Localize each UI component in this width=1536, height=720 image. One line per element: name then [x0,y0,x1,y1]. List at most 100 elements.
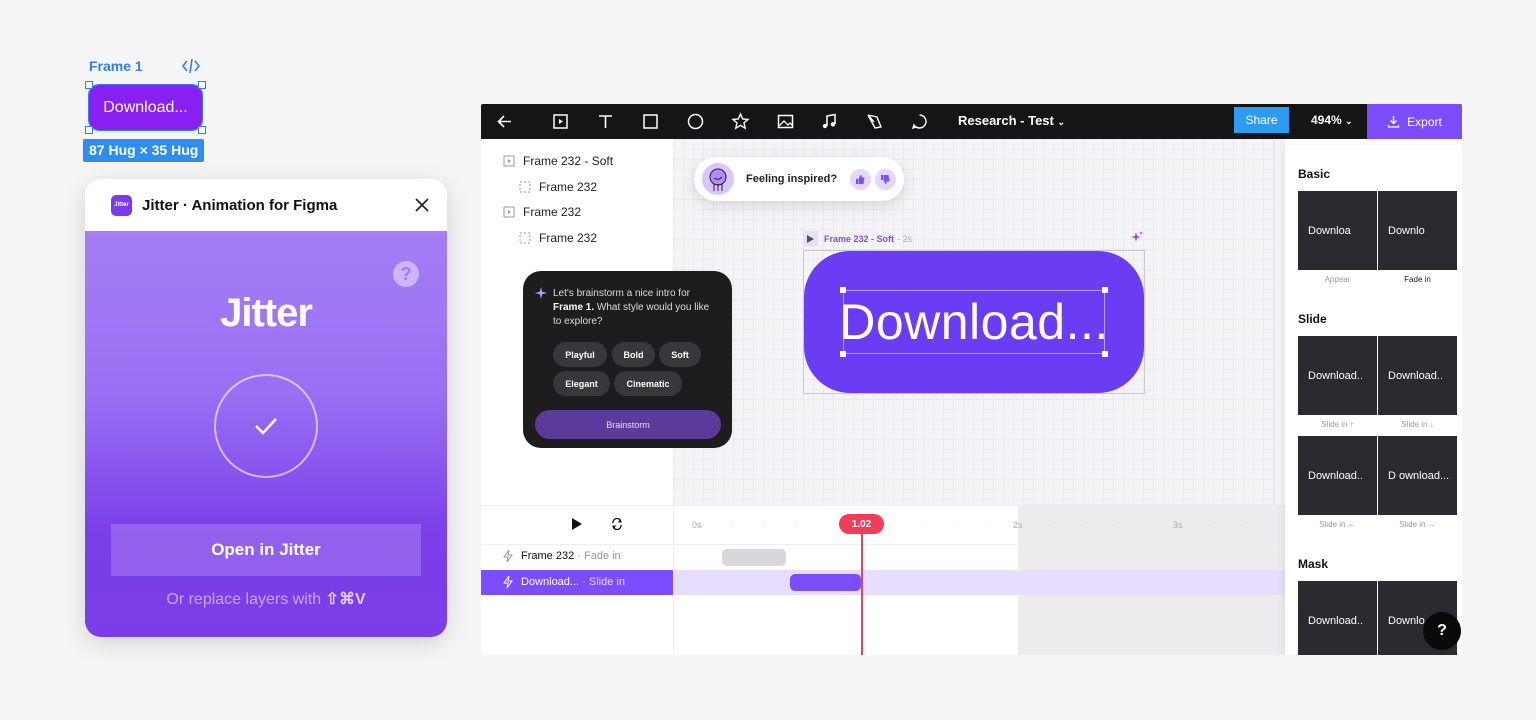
animations-panel: Basic Downloa Downlo Appear Fade in Slid… [1285,146,1462,655]
jitter-wordmark: Jitter [220,291,313,335]
layer-item[interactable]: Frame 232 [503,201,581,223]
layer-label: Frame 232 [539,231,598,245]
back-arrow-icon[interactable] [495,112,514,131]
layer-item[interactable]: Frame 232 [519,227,597,249]
thumbs-up-button[interactable] [850,168,871,190]
open-in-jitter-button[interactable]: Open in Jitter [111,524,421,576]
thumbs-up-icon [856,174,865,184]
style-chip[interactable]: Playful [553,342,607,367]
check-icon [255,418,277,435]
loop-icon[interactable] [611,518,623,530]
plugin-title: Jitter · Animation for Figma [142,196,338,214]
frame-tag-name: Frame 232 - Soft [824,233,895,244]
time-dot: · [1049,520,1052,530]
document-title[interactable]: Research - Test ⌄ [958,113,1065,128]
star-tool-icon[interactable] [731,112,750,131]
zoom-level[interactable]: 494% ⌄ [1311,113,1353,127]
code-icon[interactable] [181,57,201,75]
download-icon [1388,116,1400,128]
jitter-plugin-window: Jitter Jitter · Animation for Figma ? Ji… [85,179,447,637]
ai-prompt-line1: Let's brainstorm a nice intro for [553,288,690,299]
layer-item[interactable]: Frame 232 [519,176,597,198]
track-label[interactable]: Frame 232 · Fade in [503,550,621,562]
preset-caption: Slide in ↓ [1401,420,1434,429]
thumbs-down-icon [881,174,890,184]
ai-prompt-frame: Frame 1. [553,302,595,313]
close-icon[interactable] [413,196,431,214]
track-label[interactable]: Download... · Slide in [503,576,625,588]
animation-preset[interactable]: Download.. [1298,436,1377,515]
brainstorm-button[interactable]: Brainstorm [535,410,721,439]
time-tick: 2s [1013,520,1023,530]
frame-icon [503,155,515,167]
animation-clip[interactable] [790,574,861,591]
track-name: Frame 232 [521,550,575,562]
frame-tag[interactable]: Frame 232 - Soft · 2s [803,231,912,246]
track-name: Download... [521,576,580,588]
resize-handle[interactable] [1102,351,1108,357]
animation-preset[interactable]: Downloa [1298,191,1377,270]
animation-preset[interactable]: Download.. [1298,581,1377,655]
animation-preset[interactable]: D ownload... [1378,436,1457,515]
share-button[interactable]: Share [1234,107,1289,133]
selected-download-button[interactable]: Download... [88,84,203,131]
animation-preset[interactable]: Download.. [1378,336,1457,415]
style-chip[interactable]: Bold [612,342,655,367]
style-chip[interactable]: Cinematic [614,371,682,396]
bolt-icon [503,550,513,562]
text-tool-icon[interactable] [596,112,615,131]
time-dot: · [1209,520,1212,530]
time-dot: · [985,520,988,530]
help-button[interactable]: ? [393,261,419,287]
rectangle-tool-icon[interactable] [641,112,660,131]
resize-handle[interactable] [198,126,206,134]
layer-label: Frame 232 [523,205,582,219]
frame-icon [503,206,515,218]
mascot-icon [709,168,727,191]
resize-handle[interactable] [840,287,846,293]
resize-handle[interactable] [198,81,206,89]
resize-handle[interactable] [1102,287,1108,293]
sparkle-icon [535,287,547,299]
layer-item[interactable]: Frame 232 - Soft [503,150,613,172]
music-tool-icon[interactable] [820,112,839,131]
resize-handle[interactable] [840,351,846,357]
shortcut: ⇧⌘V [325,591,366,608]
sparkle-icon[interactable] [1130,231,1143,244]
style-chip[interactable]: Soft [659,342,701,367]
playhead-line[interactable] [861,534,863,655]
preset-caption: Fade in [1404,275,1431,284]
export-button[interactable]: Export [1367,104,1462,139]
animation-preset[interactable]: Downlo [1378,191,1457,270]
resize-handle[interactable] [85,81,93,89]
thumbs-down-button[interactable] [875,168,896,190]
help-button[interactable]: ? [1423,612,1461,650]
toolbar: Research - Test ⌄ Share 494% ⌄ Export [481,104,1462,139]
image-tool-icon[interactable] [776,112,795,131]
track-anim: · Fade in [577,550,621,562]
success-check [214,374,318,478]
size-badge: 87 Hug × 35 Hug [83,139,205,162]
section-slide: Slide [1298,312,1327,326]
replace-hint: Or replace layers with ⇧⌘V [85,589,447,609]
pen-tool-icon[interactable] [865,112,884,131]
style-chip[interactable]: Elegant [553,371,610,396]
ellipse-tool-icon[interactable] [686,112,705,131]
play-icon [803,231,818,246]
section-basic: Basic [1298,167,1331,181]
animation-preset[interactable]: Download.. [1298,336,1377,415]
resize-handle[interactable] [85,126,93,134]
plugin-header: Jitter Jitter · Animation for Figma [85,179,447,231]
animation-clip[interactable] [722,549,786,566]
preset-caption: Appear [1324,275,1351,284]
time-dot: · [1081,520,1084,530]
frame-tool-icon[interactable] [551,112,570,131]
preset-caption: Slide in → [1399,520,1436,529]
playhead[interactable]: 1.02 [839,514,884,534]
time-dot: · [794,520,797,530]
play-icon[interactable] [571,518,583,530]
avatar [702,163,734,195]
chevron-down-icon: ⌄ [1057,117,1066,127]
comment-tool-icon[interactable] [910,112,929,131]
plugin-body: ? Jitter Open in Jitter Or replace layer… [85,231,447,637]
